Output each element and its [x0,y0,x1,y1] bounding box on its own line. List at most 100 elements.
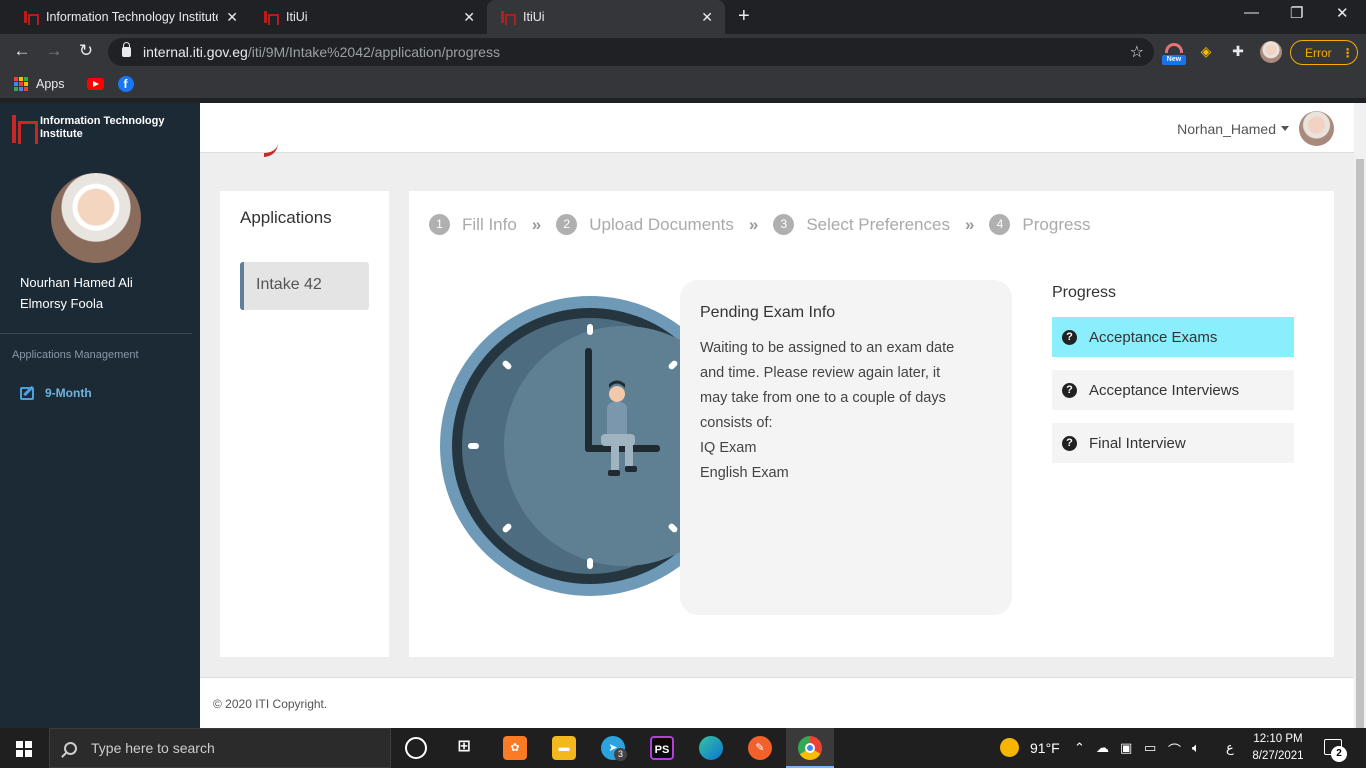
scrollbar-thumb[interactable] [1356,159,1364,728]
double-chevron-icon: » [964,214,975,234]
extensions-puzzle-icon[interactable]: ✚ [1228,43,1248,63]
url-path: /iti/9M/Intake%2042/application/progress [247,44,500,60]
step-number: 2 [556,214,578,235]
forward-arrow-icon[interactable]: → [44,41,64,61]
double-chevron-icon: » [531,214,542,234]
cortana-icon[interactable] [405,737,427,759]
minimize-icon[interactable]: — [1244,4,1259,21]
info-line: Waiting to be assigned to an exam date [700,340,955,356]
bookmarks-bar: Apps f [0,70,1366,98]
page-scrollbar[interactable] [1354,103,1366,728]
pending-exam-info-card: Pending Exam Info Waiting to be assigned… [680,280,1012,615]
profile-name-line2: Elmorsy Foola [20,296,104,311]
sidebar-item-9-month[interactable]: 9-Month [20,386,92,400]
xampp-icon[interactable]: ✿ [503,736,527,760]
step-number: 4 [989,214,1011,235]
system-clock[interactable]: 12:10 PM 8/27/2021 [1246,731,1310,765]
progress-item-label: Acceptance Interviews [1089,381,1240,399]
page-viewport: Information Technology Institute Nourhan… [0,103,1366,728]
weather-temp[interactable]: 91°F [1030,740,1060,756]
step-number: 3 [773,214,795,235]
battery-icon[interactable]: ▭ [1144,740,1156,756]
lock-icon [122,42,131,57]
window-close-icon[interactable]: ✕ [1336,4,1349,22]
profile-avatar-icon[interactable] [1260,41,1282,63]
apps-grid-icon[interactable] [14,77,28,91]
username: Norhan_Hamed [1177,120,1276,137]
iti-logo-icon [10,111,38,145]
extension-coin-icon[interactable]: ◈ [1196,43,1216,63]
step-upload-documents[interactable]: Upload Documents [589,215,734,235]
brand[interactable]: Information Technology Institute [10,111,180,145]
chevron-up-icon[interactable]: ⌃ [1074,740,1085,756]
extension-new-icon[interactable]: New [1162,43,1186,65]
tab-title: Information Technology Institute [46,10,219,24]
taskbar-search-input[interactable]: Type here to search [49,728,391,768]
browser-tab-itiui-active[interactable]: ItiUi ✕ [487,0,725,34]
page-footer: © 2020 ITI Copyright. [200,677,1354,728]
security-icon[interactable]: ▣ [1120,740,1132,756]
progress-item-final-interview[interactable]: ? Final Interview [1052,423,1294,463]
telegram-badge: 3 [614,748,627,761]
file-explorer-icon[interactable]: ▬ [552,736,576,760]
sidebar-divider [0,333,192,334]
application-item-intake-42[interactable]: Intake 42 [240,262,369,310]
task-view-icon[interactable]: ⊞ [452,736,476,760]
tab-close-icon[interactable]: ✕ [463,9,475,26]
info-card-title: Pending Exam Info [700,304,836,321]
apps-bookmark[interactable]: Apps [36,77,65,91]
sidebar-section-title: Applications Management [12,349,139,361]
address-bar[interactable]: internal.iti.gov.eg /iti/9M/Intake%2042/… [108,38,1154,66]
question-circle-icon: ? [1062,382,1077,398]
search-placeholder: Type here to search [91,740,215,756]
search-icon [64,741,77,755]
url-host: internal.iti.gov.eg [143,44,248,60]
brand-name: Information Technology Institute [40,115,165,140]
wizard-steps: 1 Fill Info » 2 Upload Documents » 3 Sel… [429,214,1090,235]
restore-icon[interactable]: ❐ [1290,4,1303,22]
wifi-icon[interactable]: ⌒ [1168,740,1181,759]
info-card-body: Waiting to be assigned to an exam date a… [700,336,992,486]
weather-sun-icon[interactable] [1000,738,1019,757]
menu-dots-icon: ⋮ [1341,45,1354,60]
windows-start-icon[interactable] [16,741,32,757]
tab-title: ItiUi [286,10,308,24]
edge-icon[interactable] [699,736,723,760]
error-button[interactable]: Error ⋮ [1290,40,1358,65]
browser-tab-iti[interactable]: Information Technology Institute ✕ [10,0,250,34]
tab-close-icon[interactable]: ✕ [226,9,238,26]
step-progress[interactable]: Progress [1022,215,1090,235]
step-number: 1 [429,214,450,235]
youtube-icon[interactable] [86,78,104,90]
bookmark-star-icon[interactable]: ☆ [1130,42,1144,62]
browser-toolbar: ← → ↻ internal.iti.gov.eg /iti/9M/Intake… [0,34,1366,70]
applications-title: Applications [240,208,332,227]
user-menu[interactable]: Norhan_Hamed [1177,111,1334,146]
info-line: may take from one to a couple of days [700,390,946,406]
postman-icon[interactable]: ✎ [748,736,772,760]
profile-name: Nourhan Hamed Ali Elmorsy Foola [20,272,133,314]
tab-close-icon[interactable]: ✕ [701,9,713,26]
clock-date: 8/27/2021 [1252,750,1304,762]
iti-favicon-icon [22,10,39,25]
back-arrow-icon[interactable]: ← [12,41,32,61]
onedrive-cloud-icon[interactable]: ☁ [1096,740,1109,756]
progress-item-acceptance-interviews[interactable]: ? Acceptance Interviews [1052,370,1294,410]
facebook-icon[interactable]: f [117,76,134,92]
volume-icon[interactable]: 🔈︎ [1192,740,1200,756]
chrome-icon[interactable] [798,736,822,760]
notification-count: 2 [1331,746,1347,762]
step-fill-info[interactable]: Fill Info [462,215,517,235]
input-language[interactable]: ع [1226,740,1234,756]
phpstorm-icon[interactable]: PS [650,736,674,760]
question-circle-icon: ? [1062,435,1077,451]
iti-favicon-icon [499,10,516,25]
iti-favicon-icon [262,10,279,25]
new-tab-button[interactable]: + [738,5,750,28]
progress-item-acceptance-exams[interactable]: ? Acceptance Exams [1052,317,1294,357]
double-chevron-icon: » [748,214,759,234]
step-select-preferences[interactable]: Select Preferences [806,215,950,235]
reload-icon[interactable]: ↻ [76,41,96,61]
info-line: and time. Please review again later, it [700,365,941,381]
browser-tab-itiui-1[interactable]: ItiUi ✕ [250,0,487,34]
